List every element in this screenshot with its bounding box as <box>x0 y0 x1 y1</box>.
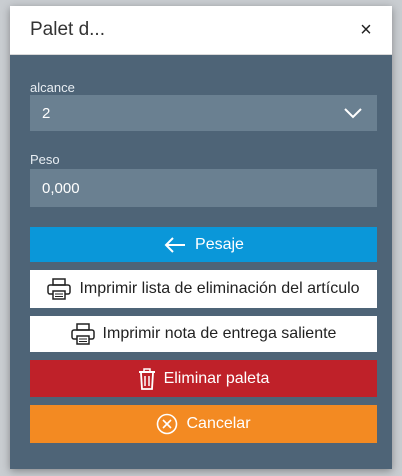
delete-pallet-label: Eliminar paleta <box>163 369 270 387</box>
print-removal-list-label: Imprimir lista de eliminación del artícu… <box>79 280 360 297</box>
close-button[interactable]: × <box>354 18 378 42</box>
scope-label: alcance <box>30 80 75 95</box>
delete-pallet-button[interactable]: Eliminar paleta <box>30 360 377 397</box>
dialog-title: Palet d... <box>30 19 105 40</box>
printer-icon <box>70 323 95 345</box>
printer-icon <box>47 278 72 300</box>
pallet-dialog: Palet d... × alcance 2 Peso Pesaje <box>10 6 392 469</box>
dialog-header: Palet d... × <box>10 6 392 55</box>
weight-input[interactable] <box>30 169 377 207</box>
print-removal-list-button[interactable]: Imprimir lista de eliminación del artícu… <box>30 270 377 308</box>
chevron-down-icon <box>344 108 362 119</box>
arrow-left-icon <box>163 236 187 253</box>
cancel-button[interactable]: Cancelar <box>30 405 377 443</box>
print-delivery-note-button[interactable]: Imprimir nota de entrega saliente <box>30 316 377 352</box>
cancel-label: Cancelar <box>186 415 251 432</box>
print-delivery-note-label: Imprimir nota de entrega saliente <box>102 325 337 342</box>
weighing-button-label: Pesaje <box>195 235 244 253</box>
scope-select-value: 2 <box>42 105 51 122</box>
scope-select[interactable]: 2 <box>30 95 377 131</box>
trash-icon <box>138 367 156 390</box>
cancel-circle-icon <box>156 413 178 435</box>
weighing-button[interactable]: Pesaje <box>30 227 377 262</box>
weight-label: Peso <box>30 152 60 167</box>
